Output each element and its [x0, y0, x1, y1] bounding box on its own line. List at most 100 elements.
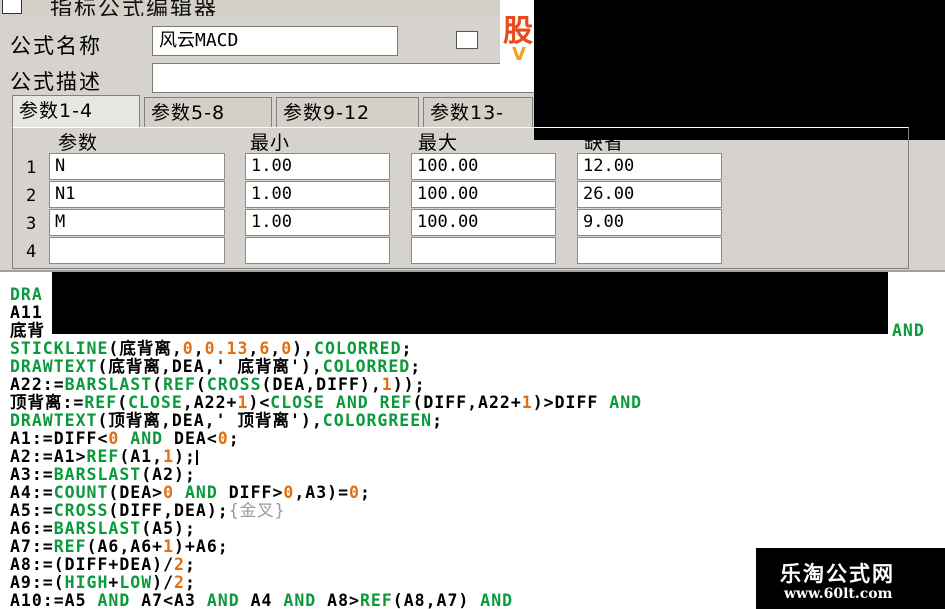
code-token: ), [292, 339, 315, 358]
code-token: 2 [174, 555, 185, 574]
code-token: AND [480, 591, 514, 609]
redaction-block-middle [52, 272, 888, 334]
code-token: ; [410, 357, 422, 376]
code-line: A6:=BARSLAST(A5); [10, 520, 196, 538]
code-token: 0 [217, 429, 229, 448]
param-min-cell[interactable]: 1.00 [245, 181, 390, 208]
code-token: ); [174, 447, 196, 466]
col-header-max: 最大 [418, 132, 459, 154]
code-token: , [193, 339, 205, 358]
code-token: REF [379, 393, 413, 412]
option-checkbox[interactable] [456, 31, 478, 49]
code-token: (DIFF,DEA); [108, 501, 229, 520]
code-token: + [108, 573, 120, 592]
param-max-cell[interactable]: 100.00 [411, 209, 556, 236]
col-header-min: 最小 [250, 132, 291, 154]
code-line: A10:=A5 AND A7<A3 AND A4 AND A8>REF(A8,A… [10, 592, 513, 609]
code-token: CLOSE [270, 393, 325, 412]
code-token: 0 [182, 339, 194, 358]
formula-description-input[interactable] [152, 63, 542, 93]
code-token: ; [184, 573, 196, 592]
code-token: AND [283, 591, 317, 609]
code-token: (A8,A7) [392, 591, 481, 609]
code-line: A2:=A1>REF(A1,1); [10, 448, 198, 466]
code-line: A7:=REF(A6,A6+1)+A6; [10, 538, 229, 556]
ad-logo: 股 V [500, 0, 534, 78]
app-icon [2, 0, 22, 14]
code-token: A11 [10, 303, 43, 322]
code-line: A4:=COUNT(DEA>0 AND DIFF>0,A3)=0; [10, 484, 371, 502]
param-name-cell[interactable]: N1 [49, 181, 225, 208]
code-token: {金叉} [228, 501, 286, 520]
tab-params-5-8[interactable]: 参数5-8 [144, 97, 272, 127]
code-token: 1 [381, 375, 393, 394]
formula-name-input[interactable]: 风云MACD [152, 26, 398, 56]
code-token: ; [228, 429, 240, 448]
code-token: A5:= [10, 501, 54, 520]
code-token: AND [206, 591, 240, 609]
code-token: AND [97, 591, 131, 609]
code-token: DRA [10, 285, 43, 304]
code-token: ( [195, 375, 207, 394]
code-token: (DIFF,A22+ [412, 393, 522, 412]
code-token: DRAWTEXT [10, 411, 98, 430]
code-token: 1 [163, 537, 175, 556]
code-token: ; [401, 339, 413, 358]
param-name-cell[interactable] [49, 237, 225, 264]
code-token: REF [53, 537, 87, 556]
param-name-cell[interactable]: N [49, 153, 225, 180]
param-min-cell[interactable]: 1.00 [245, 209, 390, 236]
param-default-cell[interactable]: 9.00 [577, 209, 722, 236]
watermark-url: www.60lt.com [784, 586, 893, 602]
code-token: A8:=(DIFF+DEA)/ [10, 555, 175, 574]
param-name-cell[interactable]: M [49, 209, 225, 236]
code-token: ( [117, 393, 129, 412]
code-token: A10:=A5 [10, 591, 98, 609]
code-token: AND [184, 483, 218, 502]
code-token: (底背离,DEA,' 底背离'), [97, 357, 323, 376]
param-max-cell[interactable] [411, 237, 556, 264]
param-default-cell[interactable]: 12.00 [577, 153, 722, 180]
param-max-cell[interactable]: 100.00 [411, 153, 556, 180]
code-token: AND [130, 429, 164, 448]
col-header-param: 参数 [58, 132, 99, 154]
code-line: DRAWTEXT(底背离,DEA,' 底背离'),COLORRED; [10, 358, 421, 376]
row-number: 4 [26, 242, 37, 262]
param-default-cell[interactable] [577, 237, 722, 264]
code-line: A1:=DIFF<0 AND DEA<0; [10, 430, 240, 448]
code-token: (A5); [141, 519, 196, 538]
code-token: LOW [119, 573, 153, 592]
code-token: (DEA> [108, 483, 164, 502]
code-token: ,A3)= [294, 483, 349, 502]
param-min-cell[interactable]: 1.00 [245, 153, 390, 180]
text-caret [195, 450, 198, 465]
param-min-cell[interactable] [245, 237, 390, 264]
code-token: HIGH [64, 573, 109, 592]
code-token: AND [335, 393, 369, 412]
code-line: A11 [10, 304, 43, 322]
code-token: DIFF> [217, 483, 284, 502]
code-token: (A6,A6+ [86, 537, 164, 556]
code-token: )); [392, 375, 426, 394]
code-token: A8> [316, 591, 360, 609]
code-token: REF [359, 591, 393, 609]
code-token: A2:=A1> [10, 447, 87, 466]
code-token: COLORGREEN [322, 411, 433, 430]
param-default-cell[interactable]: 26.00 [577, 181, 722, 208]
code-token: 0 [349, 483, 360, 502]
code-token: , [270, 339, 282, 358]
param-max-cell[interactable]: 100.00 [411, 181, 556, 208]
code-token: (DEA,DIFF), [261, 375, 382, 394]
code-line: STICKLINE(底背离,0,0.13,6,0),COLORRED; [10, 340, 412, 358]
code-token: (底背离, [108, 339, 183, 358]
tab-params-13[interactable]: 参数13- [423, 97, 533, 127]
tab-params-1-4[interactable]: 参数1-4 [12, 95, 140, 127]
code-token: 1 [521, 393, 533, 412]
row-number: 1 [26, 158, 37, 178]
code-token: ; [184, 555, 196, 574]
description-label: 公式描述 [10, 70, 102, 94]
code-token: COLORRED [322, 357, 411, 376]
tab-params-9-12[interactable]: 参数9-12 [276, 97, 419, 127]
